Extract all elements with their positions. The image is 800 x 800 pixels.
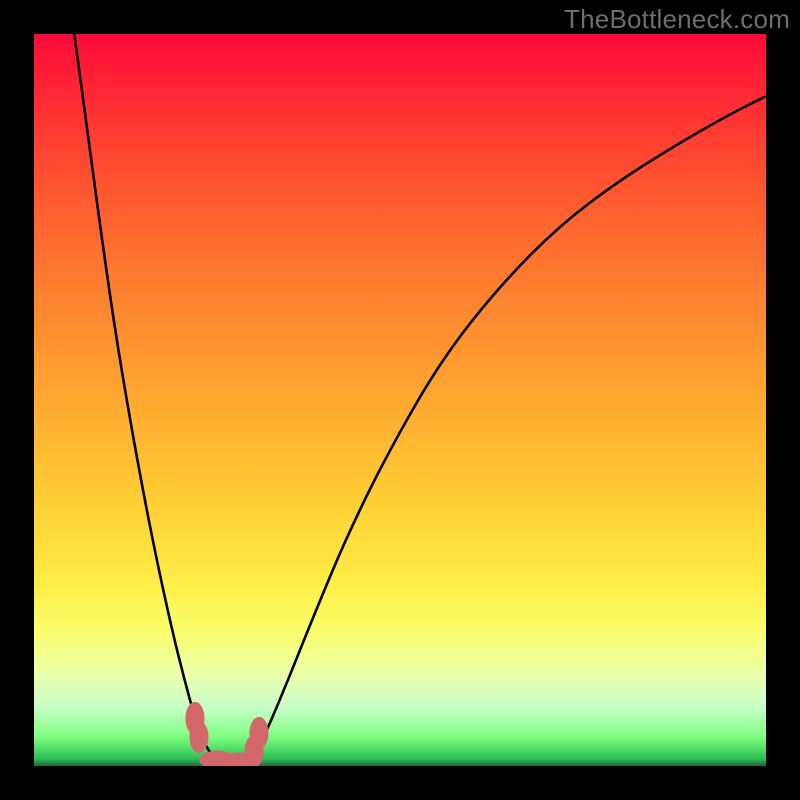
watermark-text: TheBottleneck.com <box>564 4 790 35</box>
bottleneck-curve <box>34 34 766 766</box>
chart-frame: TheBottleneck.com <box>0 0 800 800</box>
plot-area <box>34 34 766 766</box>
curve-marker <box>250 717 269 749</box>
curve-marker <box>190 721 209 753</box>
